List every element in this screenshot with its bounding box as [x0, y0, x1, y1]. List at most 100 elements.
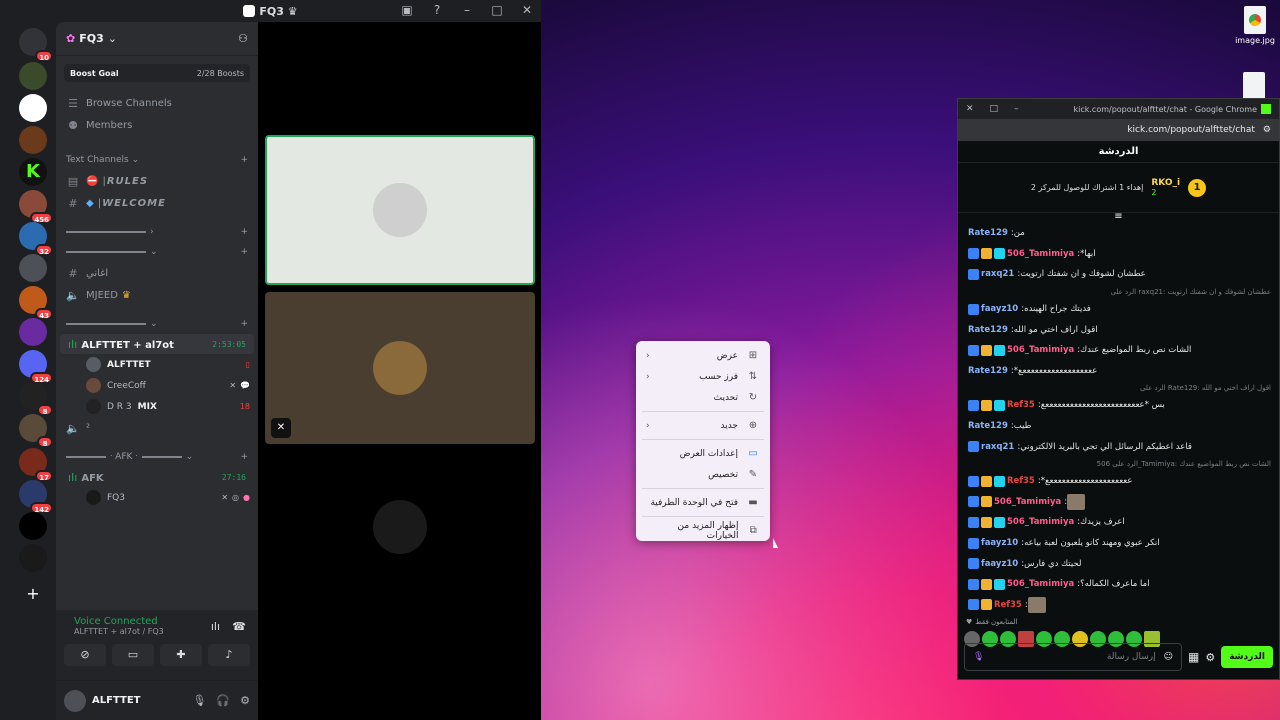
menu-item-refresh[interactable]: ↻ تحديث — [636, 387, 770, 408]
chat-username[interactable]: Ref35 — [994, 600, 1022, 610]
desktop-file-image[interactable]: image.jpg — [1232, 6, 1278, 45]
camera-off-button[interactable]: ⊘ — [64, 644, 106, 666]
gear-icon[interactable]: ⚙ — [240, 694, 250, 707]
chat-username[interactable]: Rate129 — [968, 325, 1008, 335]
gear-icon[interactable]: ⚙ — [1205, 651, 1215, 664]
activities-button[interactable]: ✚ — [160, 644, 202, 666]
tune-icon[interactable]: ⚙ — [1263, 125, 1271, 135]
boost-goal-bar[interactable]: Boost Goal 2/28 Boosts — [64, 64, 250, 82]
category-separator[interactable]: › + — [56, 222, 258, 242]
chat-username[interactable]: Ref35 — [1007, 476, 1035, 486]
maximize-icon[interactable]: □ — [990, 104, 999, 114]
chat-username[interactable]: 506_Tamimiya — [1007, 249, 1074, 259]
guild-icon[interactable]: 8 — [19, 382, 53, 416]
voice-user[interactable]: ALFTTET ▯ — [56, 354, 258, 375]
headphones-icon[interactable]: 🎧 — [216, 694, 230, 707]
home-button[interactable]: 10 — [19, 28, 53, 62]
address-bar[interactable]: kick.com/popout/alfttet/chat ⚙ — [958, 119, 1279, 141]
desktop-file-blank[interactable] — [1243, 72, 1265, 100]
add-channel-icon[interactable]: + — [240, 155, 248, 165]
voice-user[interactable]: D R 3 MIX 18 — [56, 396, 258, 417]
mic-icon[interactable]: 🎙 — [192, 694, 206, 707]
chat-username[interactable]: 506_Tamimiya — [994, 497, 1061, 507]
guild-icon[interactable] — [19, 544, 47, 572]
guild-icon[interactable] — [19, 126, 47, 154]
guild-icon[interactable] — [19, 512, 47, 540]
voice-channel[interactable]: 🔈 ² — [56, 417, 258, 439]
chat-username[interactable]: Ref35 — [1007, 400, 1035, 410]
guild-icon[interactable] — [19, 62, 47, 90]
voice-channel-afk[interactable]: ıIı AFK 27:16 — [60, 467, 254, 487]
guild-icon[interactable]: 142 — [19, 480, 53, 514]
add-server-button[interactable]: + — [19, 580, 47, 608]
chat-input[interactable]: 🎙 إرسال رسالة ☺ — [964, 643, 1182, 671]
category-separator[interactable]: ⌄ + — [56, 314, 258, 334]
menu-item-more-options[interactable]: ⧉ إظهار المزيد من الخيارات — [636, 520, 770, 541]
channel-rules[interactable]: ▤ ⛔ | RULES — [56, 170, 258, 192]
video-tile[interactable]: ✕ — [265, 292, 535, 444]
chat-username[interactable]: raxq21 — [981, 442, 1014, 452]
chat-image[interactable] — [1067, 493, 1086, 510]
pinned-user[interactable]: RKO_i — [1151, 178, 1180, 188]
close-icon[interactable]: ✕ — [966, 104, 974, 114]
chat-username[interactable]: faayz10 — [981, 538, 1018, 548]
chat-username[interactable]: Rate129 — [968, 366, 1008, 376]
add-member-icon[interactable]: ⚇ — [238, 32, 248, 45]
inbox-icon[interactable]: ▣ — [399, 3, 415, 17]
menu-item-personalize[interactable]: ✎ تخصيص — [636, 464, 770, 485]
channel-songs[interactable]: # اغاني — [56, 262, 258, 284]
menu-item-terminal[interactable]: ▬ فتح في الوحدة الطرفية — [636, 492, 770, 513]
chat-username[interactable]: 506_Tamimiya — [1007, 579, 1074, 589]
guild-icon[interactable]: 456 — [19, 190, 53, 224]
video-tile[interactable] — [265, 452, 535, 602]
browse-channels[interactable]: ☰ Browse Channels — [56, 92, 258, 114]
chat-username[interactable]: raxq21 — [981, 269, 1014, 279]
avatar[interactable] — [64, 689, 86, 712]
voice-user[interactable]: CreeCoff ✕ 💬 — [56, 375, 258, 396]
chat-username[interactable]: Rate129 — [968, 421, 1008, 431]
pin-collapse-icon[interactable]: ≡ — [958, 212, 1279, 222]
chat-send-button[interactable]: الدردشة — [1221, 646, 1273, 668]
mic-icon[interactable]: 🎙 — [973, 652, 984, 662]
menu-item-sort[interactable]: ⇅ فرز حسب ‹ — [636, 366, 770, 387]
guild-icon[interactable]: 32 — [19, 222, 53, 256]
guild-icon[interactable]: 17 — [19, 448, 53, 482]
chat-username[interactable]: Rate129 — [968, 228, 1008, 238]
minimize-icon[interactable]: – — [1014, 104, 1019, 114]
voice-user[interactable]: FQ3 ✕ ◎ ● — [56, 487, 258, 508]
channel-mjeed[interactable]: 🔈 MJEED ♛ — [56, 284, 258, 306]
share-screen-button[interactable]: ▭ — [112, 644, 154, 666]
help-icon[interactable]: ? — [429, 3, 445, 17]
disconnect-icon[interactable]: ☎ — [232, 620, 246, 633]
chat-username[interactable]: 506_Tamimiya — [1007, 517, 1074, 527]
chat-username[interactable]: faayz10 — [981, 304, 1018, 314]
guild-icon[interactable]: 43 — [19, 286, 53, 320]
emoji-icon[interactable]: ☺ — [1164, 652, 1173, 662]
chat-username[interactable]: 506_Tamimiya — [1007, 345, 1074, 355]
guild-icon[interactable]: K — [19, 158, 47, 186]
gift-icon[interactable]: ▦ — [1188, 650, 1199, 664]
guild-icon[interactable]: 124 — [19, 350, 53, 384]
channel-welcome[interactable]: # ◆ | WELCOME — [56, 192, 258, 214]
chat-username[interactable]: faayz10 — [981, 559, 1018, 569]
voice-channel-active[interactable]: ıIı ALFTTET + al7ot 2:53:05 — [60, 334, 254, 354]
members[interactable]: ⚉ Members — [56, 114, 258, 136]
guild-icon[interactable] — [19, 94, 47, 122]
noise-suppression-icon[interactable]: ılı — [211, 620, 220, 633]
guild-icon[interactable]: 8 — [19, 414, 53, 448]
guild-icon[interactable] — [19, 318, 47, 346]
menu-item-view[interactable]: ⊞ عرض ‹ — [636, 345, 770, 366]
video-tile[interactable] — [265, 135, 535, 285]
category-text-channels[interactable]: Text Channels ⌄ + — [56, 150, 258, 170]
minimize-icon[interactable]: – — [459, 3, 475, 17]
maximize-icon[interactable]: □ — [489, 3, 505, 17]
menu-item-new[interactable]: ⊕ جديد ‹ — [636, 415, 770, 436]
category-afk[interactable]: ᐧ AFK ᐧ ⌄ + — [56, 447, 258, 467]
close-icon[interactable]: ✕ — [519, 3, 535, 17]
menu-item-display-settings[interactable]: ▭ إعدادات العرض — [636, 443, 770, 464]
soundboard-button[interactable]: ♪ — [208, 644, 250, 666]
guild-icon[interactable] — [19, 254, 47, 282]
server-header[interactable]: ✿ FQ3 ⌄ ⚇ — [56, 22, 258, 56]
chat-image[interactable] — [1027, 596, 1046, 613]
category-separator[interactable]: ⌄ + — [56, 242, 258, 262]
